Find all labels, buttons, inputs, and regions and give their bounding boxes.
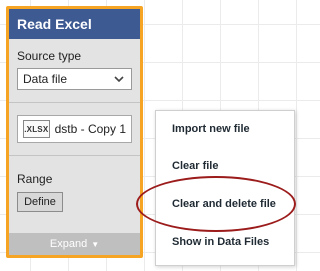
menu-item-clear-and-delete-file[interactable]: Clear and delete file <box>172 198 276 210</box>
range-label: Range <box>17 172 53 186</box>
expand-label: Expand <box>49 238 88 250</box>
file-name: dstb - Copy 1 <box>54 122 126 136</box>
source-type-label: Source type <box>17 49 82 63</box>
file-selector[interactable]: .XLSX dstb - Copy 1 <box>17 115 132 143</box>
read-excel-node[interactable]: Read Excel Source type Data file .XLSX d… <box>6 6 143 258</box>
menu-item-import-new-file[interactable]: Import new file <box>172 123 250 135</box>
source-type-select[interactable]: Data file <box>17 68 132 90</box>
caret-down-icon: ▼ <box>91 239 100 249</box>
divider <box>9 102 140 103</box>
file-context-menu: Import new file Clear file Clear and del… <box>155 110 295 266</box>
menu-item-clear-file[interactable]: Clear file <box>172 160 218 172</box>
source-type-value: Data file <box>23 72 68 86</box>
node-title: Read Excel <box>9 9 140 39</box>
menu-item-show-in-data-files[interactable]: Show in Data Files <box>172 236 269 248</box>
define-range-button[interactable]: Define <box>17 192 63 212</box>
expand-button[interactable]: Expand ▼ <box>9 233 140 255</box>
node-body: Source type Data file .XLSX dstb - Copy … <box>9 49 140 212</box>
xlsx-file-icon: .XLSX <box>23 120 50 138</box>
divider <box>9 155 140 156</box>
chevron-down-icon <box>114 76 124 83</box>
